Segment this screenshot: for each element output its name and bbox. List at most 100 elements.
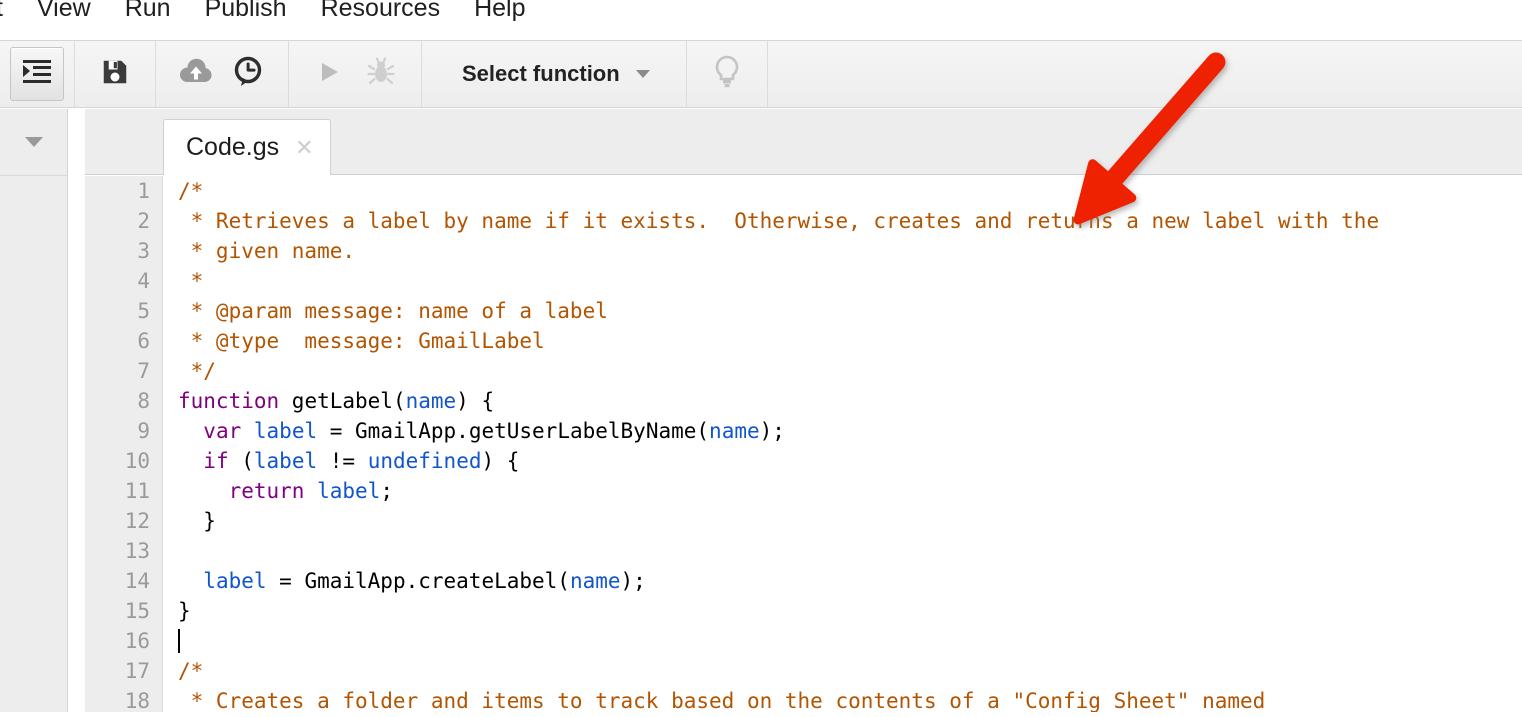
toolbar-group-hint [687,41,768,107]
code-editor[interactable]: 1 2 3 4 5 6 7 8 9 10 11 12 13 14 15 16 17 18 /* * Retriev… [85,176,1522,712]
text-cursor [178,629,180,653]
toolbar-group-save [75,41,156,107]
line-number: 10 [124,449,150,473]
menu-help[interactable]: Help [457,0,542,32]
code-token-plain: ); [620,569,646,593]
line-number: 13 [124,539,150,563]
clock-history-icon [231,55,265,94]
menu-edit-clipped[interactable]: t [0,0,20,32]
code-token-comment: * Retrieves a label by name if it exists… [178,209,1380,233]
code-line[interactable]: if (label != undefined) { [178,446,1522,476]
line-number: 2 [137,209,150,233]
line-number: 15 [124,599,150,623]
line-number: 3 [137,239,150,263]
menu-run[interactable]: Run [108,0,188,32]
code-token-keyword: function [178,389,280,413]
line-number-gutter: 1 2 3 4 5 6 7 8 9 10 11 12 13 14 15 16 17 18 [85,176,163,712]
select-function-dropdown[interactable]: Select function [436,41,672,107]
code-line[interactable]: */ [178,356,1522,386]
code-line[interactable]: * @type message: GmailLabel [178,326,1522,356]
code-line[interactable]: * [178,266,1522,296]
menu-resources[interactable]: Resources [304,0,458,32]
sidebar-toggle-button[interactable] [10,47,64,101]
code-token-plain: ) { [481,449,520,473]
code-token-plain: ( [228,449,254,473]
line-number: 4 [137,269,150,293]
select-function-label: Select function [462,61,620,86]
run-button[interactable] [303,41,355,107]
indent-list-icon [21,58,53,91]
code-token-comment: * given name. [178,239,356,263]
menu-publish[interactable]: Publish [188,0,304,32]
code-line[interactable]: /* [178,176,1522,206]
code-token-comment: * Creates a folder and items to track ba… [178,689,1266,712]
save-button[interactable] [89,41,141,107]
menu-view[interactable]: View [20,0,108,32]
code-token-ident: name [709,419,760,443]
code-token-ident: label [317,479,381,503]
cloud-upload-button[interactable] [170,41,222,107]
line-number: 8 [137,389,150,413]
hint-button[interactable] [701,41,753,107]
code-token-comment: /* [178,179,204,203]
cloud-upload-icon [178,58,214,91]
code-token-plain: = GmailApp.getUserLabelByName( [317,419,710,443]
line-number: 6 [137,329,150,353]
code-token-plain: != [317,449,368,473]
code-line[interactable]: /* [178,656,1522,686]
version-history-button[interactable] [222,41,274,107]
code-token-ident: name [569,569,621,593]
code-line[interactable]: * Creates a folder and items to track ba… [178,686,1522,712]
code-token-comment: */ [178,359,216,383]
code-token-plain: getLabel( [279,389,406,413]
code-token-keyword: return [228,479,305,503]
code-line[interactable]: function getLabel(name) { [178,386,1522,416]
code-content[interactable]: /* * Retrieves a label by name if it exi… [178,176,1522,712]
code-token-comment: /* [178,659,204,683]
code-line[interactable] [178,626,1522,656]
close-icon[interactable]: ✕ [295,136,313,159]
code-token-plain: ); [759,419,785,443]
toolbar: Select function [0,40,1522,108]
chevron-down-icon [635,70,650,78]
bug-debug-icon [366,56,396,92]
play-run-icon [315,58,343,91]
code-token-keyword: var [203,419,242,443]
code-line[interactable]: return label; [178,476,1522,506]
code-token-plain: ) { [456,389,495,413]
toolbar-group-run [289,41,422,107]
code-line[interactable]: var label = GmailApp.getUserLabelByName(… [178,416,1522,446]
code-line[interactable]: * @param message: name of a label [178,296,1522,326]
editor-tab-bar: Code.gs ✕ [85,109,1522,175]
line-number: 17 [124,659,150,683]
code-token-plain: } [178,509,216,533]
code-token-ident: undefined [367,449,482,473]
code-token-comment: * @param message: name of a label [178,299,608,323]
file-sidebar [0,109,68,712]
lightbulb-icon [711,54,743,95]
tab-code-gs[interactable]: Code.gs ✕ [163,119,331,175]
debug-button[interactable] [355,41,407,107]
toolbar-group-view [0,41,75,107]
line-number: 9 [137,419,150,443]
code-token-ident: label [203,569,267,593]
code-line[interactable]: * given name. [178,236,1522,266]
code-line[interactable]: * Retrieves a label by name if it exists… [178,206,1522,236]
sidebar-collapse-button[interactable] [0,109,67,176]
code-token-ident: label [253,419,318,443]
line-number: 7 [137,359,150,383]
line-number: 18 [124,689,150,712]
apps-script-editor-window: tViewRunPublishResourcesHelp [0,0,1522,712]
code-line[interactable]: label = GmailApp.createLabel(name); [178,566,1522,596]
code-line[interactable]: } [178,596,1522,626]
code-line[interactable] [178,536,1522,566]
sidebar-gap [69,109,85,712]
code-token-plain: ; [380,479,393,503]
code-line[interactable]: } [178,506,1522,536]
toolbar-group-publish [156,41,289,107]
menu-bar: tViewRunPublishResourcesHelp [0,0,1522,32]
